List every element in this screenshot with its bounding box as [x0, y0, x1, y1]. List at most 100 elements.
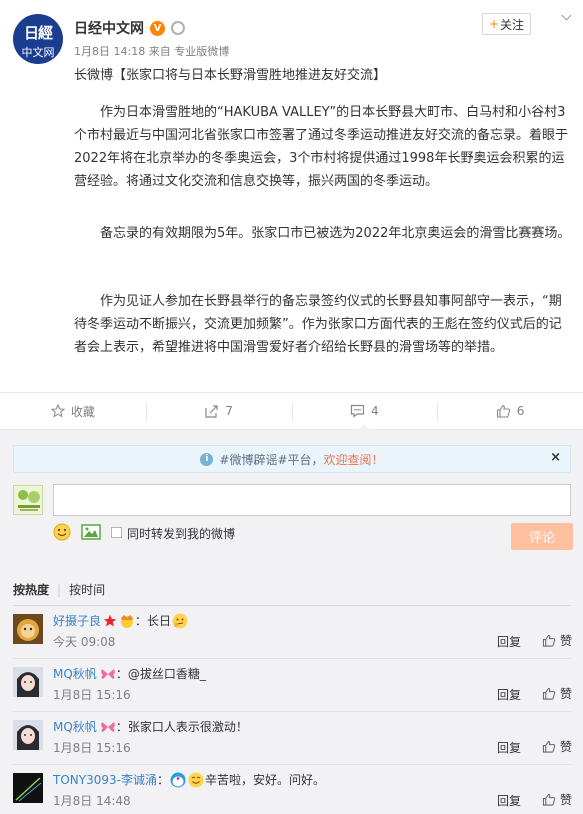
- reply-button[interactable]: 回复: [497, 792, 521, 809]
- comment-like-button[interactable]: 赞: [542, 791, 572, 808]
- thumbs-up-icon: [496, 404, 510, 418]
- thumbs-up-icon: [542, 634, 556, 647]
- commenter-name[interactable]: TONY3093-李诚涌: [53, 771, 157, 788]
- emoji-icon[interactable]: [53, 523, 71, 541]
- comment-content: 辛苦啦，安好。问好。: [204, 773, 325, 787]
- comment-like-button[interactable]: 赞: [542, 632, 572, 649]
- comment-icon: [350, 404, 365, 418]
- comment-button[interactable]: 4: [291, 393, 438, 430]
- post-paragraph: 备忘录的有效期限为5年。张家口市已被选为2022年北京奥运会的滑雪比赛赛场。: [100, 226, 571, 241]
- comment-item: TONY3093-李诚涌 ： 辛苦啦，安好。问好。 1月8日 14:48 回复 …: [0, 765, 583, 814]
- crown-badge-icon: [121, 614, 134, 628]
- follow-button[interactable]: + 关注: [482, 13, 531, 35]
- avatar-image-icon: [13, 614, 43, 644]
- comment-time: 今天 09:08: [53, 635, 116, 649]
- comment-input[interactable]: [53, 484, 571, 516]
- forward-count: 7: [225, 404, 233, 418]
- forward-checkbox[interactable]: [111, 527, 122, 538]
- star-icon: [50, 404, 65, 418]
- like-label: 赞: [560, 687, 573, 701]
- post-paragraph: 作为见证人参加在长野县举行的备忘录签约仪式的长野县知事阿部守一表示，“期待冬季运…: [74, 294, 562, 355]
- comment-text-row: MQ秋帆 ：@拔丝口香糖_: [53, 665, 206, 682]
- thumbs-up-icon: [542, 793, 556, 806]
- comment-sort-bar: 按热度 | 按时间: [13, 581, 105, 598]
- author-name-row: 日经中文网 V: [74, 18, 185, 38]
- sort-by-hot[interactable]: 按热度: [13, 581, 49, 598]
- commenter-name[interactable]: 好摄子良: [53, 612, 101, 629]
- post-source[interactable]: 专业版微博: [174, 45, 229, 58]
- sort-by-time[interactable]: 按时间: [69, 581, 105, 598]
- info-icon: i: [200, 452, 214, 466]
- comment-item: MQ秋帆 ：@拔丝口香糖_ 1月8日 15:16 回复 赞: [0, 659, 583, 712]
- comment-count: 4: [371, 404, 379, 418]
- comment-time: 1月8日 15:16: [53, 688, 131, 702]
- submit-comment-button[interactable]: 评论: [511, 523, 573, 550]
- forward-button[interactable]: 7: [145, 393, 292, 429]
- comment-content: ：@拔丝口香糖_: [115, 667, 206, 681]
- thinking-emoji-icon: [172, 613, 188, 628]
- commenter-name[interactable]: MQ秋帆: [53, 665, 97, 682]
- long-post-title: 长微博【张家口将与日本长野滑雪胜地推进友好交流】: [74, 68, 387, 83]
- chevron-down-icon[interactable]: [562, 12, 572, 22]
- commenter-avatar[interactable]: [13, 720, 43, 750]
- avatar-logo-subtext: 中文网: [21, 46, 55, 59]
- forward-icon: [205, 405, 218, 418]
- comment-time: 1月8日 14:48: [53, 794, 131, 808]
- commenter-avatar[interactable]: [13, 667, 43, 697]
- notice-link[interactable]: 欢迎查阅！: [324, 451, 384, 468]
- rumor-notice-bar: i #微博辟谣#平台， 欢迎查阅！ ×: [13, 445, 571, 473]
- reply-button[interactable]: 回复: [497, 739, 521, 756]
- comment-text-row: TONY3093-李诚涌 ： 辛苦啦，安好。问好。: [53, 771, 325, 788]
- commenter-name[interactable]: MQ秋帆: [53, 718, 97, 735]
- avatar-image-icon: [13, 667, 43, 697]
- like-button[interactable]: 6: [437, 393, 583, 429]
- image-icon[interactable]: [81, 524, 101, 540]
- post-meta: 1月8日 14:18 来自 专业版微博: [74, 43, 229, 59]
- notice-text: #微博辟谣#平台，: [219, 452, 324, 467]
- forward-checkbox-label[interactable]: 同时转发到我的微博: [127, 525, 235, 542]
- post-paragraph: 作为日本滑雪胜地的“HAKUBA VALLEY”的日本长野县大町市、白马村和小谷…: [74, 105, 569, 189]
- smile-emoji-icon: [188, 772, 204, 787]
- favorite-label: 收藏: [70, 404, 95, 419]
- comment-text-row: MQ秋帆 ：张家口人表示很激动！: [53, 718, 248, 735]
- like-label: 赞: [560, 740, 573, 754]
- reply-button[interactable]: 回复: [497, 686, 521, 703]
- commenter-avatar[interactable]: [13, 614, 43, 644]
- favorite-button[interactable]: 收藏: [0, 393, 146, 429]
- comment-item: MQ秋帆 ：张家口人表示很激动！ 1月8日 15:16 回复 赞: [0, 712, 583, 765]
- comment-section: i #微博辟谣#平台， 欢迎查阅！ × 同时转发到我的微博 评论 按热度 | 按…: [0, 430, 583, 814]
- medal-icon[interactable]: [171, 21, 185, 35]
- comment-content: ：张家口人表示很激动！: [115, 720, 248, 734]
- thumbs-up-icon: [542, 687, 556, 700]
- post-date[interactable]: 1月8日 14:18: [74, 45, 145, 58]
- thumbs-up-icon: [542, 740, 556, 753]
- verified-badge-icon[interactable]: V: [150, 20, 165, 36]
- comment-content: ：长日: [135, 614, 172, 628]
- weibo-post-card: 日經 中文网 日经中文网 V 1月8日 14:18 来自 专业版微博 + 关注 …: [0, 0, 583, 392]
- author-avatar[interactable]: 日經 中文网: [13, 14, 63, 64]
- sort-divider: |: [57, 582, 62, 597]
- avatar-logo-text: 日經: [23, 24, 53, 42]
- butterfly-badge-icon: [101, 721, 115, 732]
- comment-like-button[interactable]: 赞: [542, 738, 572, 755]
- comment-item: 好摄子良 ：长日 今天 09:08 回复 赞: [0, 606, 583, 659]
- source-prefix: 来自: [148, 45, 171, 58]
- close-icon[interactable]: ×: [550, 450, 561, 465]
- author-name[interactable]: 日经中文网: [74, 18, 144, 38]
- avatar-image-icon: [14, 486, 42, 514]
- follow-label: 关注: [500, 17, 525, 32]
- current-user-avatar[interactable]: [13, 485, 43, 515]
- avatar-image-icon: [13, 720, 43, 750]
- post-action-bar: 收藏 7 4 6: [0, 392, 583, 430]
- red-star-badge-icon: [103, 614, 117, 626]
- commenter-avatar[interactable]: [13, 773, 43, 803]
- like-label: 赞: [560, 634, 573, 648]
- doraemon-emoji-icon: [170, 772, 186, 787]
- comment-colon: ：: [156, 773, 169, 787]
- like-count: 6: [516, 404, 525, 418]
- comment-time: 1月8日 15:16: [53, 741, 131, 755]
- comment-like-button[interactable]: 赞: [542, 685, 572, 702]
- plus-icon: +: [488, 17, 500, 31]
- reply-button[interactable]: 回复: [497, 633, 521, 650]
- butterfly-badge-icon: [101, 668, 115, 679]
